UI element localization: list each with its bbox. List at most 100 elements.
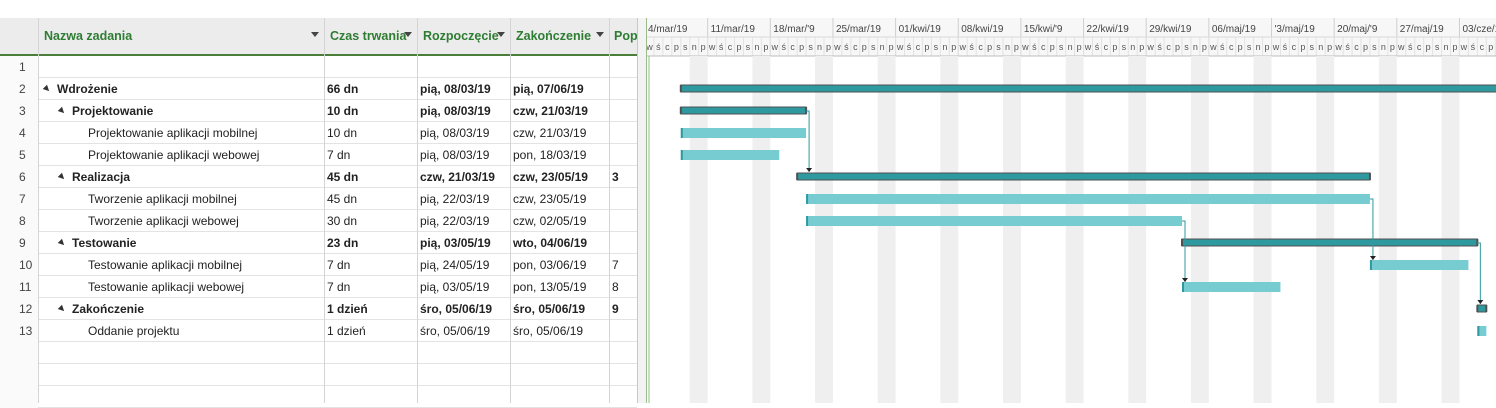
finish-cell[interactable]: czw, 21/03/19 bbox=[513, 122, 586, 144]
task-name-cell[interactable]: Testowanie aplikacji mobilnej bbox=[38, 254, 324, 276]
filter-arrow-icon[interactable] bbox=[404, 32, 412, 37]
collapse-triangle-icon[interactable] bbox=[42, 84, 52, 94]
row-number[interactable]: 8 bbox=[0, 210, 38, 232]
finish-cell[interactable]: czw, 23/05/19 bbox=[513, 188, 586, 210]
table-row[interactable] bbox=[0, 364, 637, 386]
table-row[interactable]: 2 Wdrożenie 66 dn pią, 08/03/19 pią, 07/06/1… bbox=[0, 78, 637, 100]
finish-cell[interactable]: pon, 13/05/19 bbox=[513, 276, 586, 298]
start-cell[interactable]: pią, 03/05/19 bbox=[420, 232, 491, 254]
task-name-cell[interactable]: Wdrożenie bbox=[38, 78, 324, 100]
row-number[interactable]: 2 bbox=[0, 78, 38, 100]
task-name-cell[interactable]: Testowanie aplikacji webowej bbox=[38, 276, 324, 298]
view-splitter[interactable] bbox=[637, 18, 647, 403]
task-name-cell[interactable] bbox=[38, 364, 324, 386]
start-cell[interactable]: pią, 08/03/19 bbox=[420, 78, 491, 100]
column-header-predecessors[interactable]: Pop bbox=[609, 18, 637, 56]
row-number[interactable] bbox=[0, 364, 38, 386]
table-row[interactable]: 1 bbox=[0, 56, 637, 78]
finish-cell[interactable]: czw, 23/05/19 bbox=[513, 166, 588, 188]
start-cell[interactable]: pią, 22/03/19 bbox=[420, 210, 489, 232]
table-row[interactable] bbox=[0, 342, 637, 364]
table-row[interactable]: 3 Projektowanie 10 dn pią, 08/03/19 czw, 21/… bbox=[0, 100, 637, 122]
task-name-cell[interactable] bbox=[38, 56, 324, 78]
start-cell[interactable]: pią, 08/03/19 bbox=[420, 144, 489, 166]
row-number[interactable]: 5 bbox=[0, 144, 38, 166]
collapse-triangle-icon[interactable] bbox=[57, 106, 67, 116]
column-header-name[interactable]: Nazwa zadania bbox=[38, 18, 324, 56]
table-row[interactable]: 4 Projektowanie aplikacji mobilnej 10 dn pi… bbox=[0, 122, 637, 144]
duration-cell[interactable]: 1 dzień bbox=[327, 298, 368, 320]
column-header-start[interactable]: Rozpoczęcie bbox=[417, 18, 510, 56]
duration-cell[interactable]: 45 dn bbox=[327, 188, 357, 210]
row-number[interactable]: 12 bbox=[0, 298, 38, 320]
finish-cell[interactable]: śro, 05/06/19 bbox=[513, 320, 583, 342]
finish-cell[interactable]: pon, 18/03/19 bbox=[513, 144, 586, 166]
collapse-triangle-icon[interactable] bbox=[57, 304, 67, 314]
row-number[interactable]: 9 bbox=[0, 232, 38, 254]
duration-cell[interactable]: 66 dn bbox=[327, 78, 358, 100]
table-row[interactable] bbox=[0, 386, 637, 408]
task-name-cell[interactable]: Testowanie bbox=[38, 232, 324, 254]
duration-cell[interactable]: 7 dn bbox=[327, 144, 350, 166]
start-cell[interactable]: pią, 08/03/19 bbox=[420, 122, 489, 144]
collapse-triangle-icon[interactable] bbox=[57, 172, 67, 182]
task-name-cell[interactable]: Tworzenie aplikacji webowej bbox=[38, 210, 324, 232]
duration-cell[interactable]: 45 dn bbox=[327, 166, 358, 188]
table-row[interactable]: 9 Testowanie 23 dn pią, 03/05/19 wto, 04/06/… bbox=[0, 232, 637, 254]
start-cell[interactable]: pią, 22/03/19 bbox=[420, 188, 489, 210]
finish-cell[interactable]: pią, 07/06/19 bbox=[513, 78, 584, 100]
row-number[interactable]: 6 bbox=[0, 166, 38, 188]
finish-cell[interactable]: śro, 05/06/19 bbox=[513, 298, 585, 320]
filter-arrow-icon[interactable] bbox=[311, 32, 319, 37]
row-number[interactable]: 13 bbox=[0, 320, 38, 342]
task-name-cell[interactable]: Oddanie projektu bbox=[38, 320, 324, 342]
task-name-cell[interactable] bbox=[38, 342, 324, 364]
row-number[interactable] bbox=[0, 342, 38, 364]
task-name-cell[interactable]: Projektowanie bbox=[38, 100, 324, 122]
filter-arrow-icon[interactable] bbox=[596, 32, 604, 37]
predecessors-cell[interactable]: 3 bbox=[612, 166, 619, 188]
task-name-cell[interactable]: Projektowanie aplikacji mobilnej bbox=[38, 122, 324, 144]
row-number[interactable]: 3 bbox=[0, 100, 38, 122]
predecessors-cell[interactable]: 8 bbox=[612, 276, 619, 298]
select-all-corner[interactable] bbox=[0, 18, 38, 56]
task-name-cell[interactable]: Realizacja bbox=[38, 166, 324, 188]
table-row[interactable]: 12 Zakończenie 1 dzień śro, 05/06/19 śro, 05… bbox=[0, 298, 637, 320]
duration-cell[interactable]: 7 dn bbox=[327, 276, 350, 298]
task-name-cell[interactable]: Tworzenie aplikacji mobilnej bbox=[38, 188, 324, 210]
table-row[interactable]: 5 Projektowanie aplikacji webowej 7 dn pią,… bbox=[0, 144, 637, 166]
start-cell[interactable]: śro, 05/06/19 bbox=[420, 320, 490, 342]
task-name-cell[interactable]: Projektowanie aplikacji webowej bbox=[38, 144, 324, 166]
predecessors-cell[interactable]: 9 bbox=[612, 298, 619, 320]
start-cell[interactable]: pią, 24/05/19 bbox=[420, 254, 489, 276]
row-number[interactable]: 10 bbox=[0, 254, 38, 276]
task-name-cell[interactable] bbox=[38, 386, 324, 408]
table-row[interactable]: 8 Tworzenie aplikacji webowej 30 dn pią, 22… bbox=[0, 210, 637, 232]
row-number[interactable]: 1 bbox=[0, 56, 38, 78]
duration-cell[interactable]: 10 dn bbox=[327, 122, 357, 144]
table-row[interactable]: 11 Testowanie aplikacji webowej 7 dn pią, 0… bbox=[0, 276, 637, 298]
task-name-cell[interactable]: Zakończenie bbox=[38, 298, 324, 320]
table-row[interactable]: 10 Testowanie aplikacji mobilnej 7 dn pią, … bbox=[0, 254, 637, 276]
row-number[interactable]: 4 bbox=[0, 122, 38, 144]
duration-cell[interactable]: 1 dzień bbox=[327, 320, 366, 342]
table-row[interactable]: 6 Realizacja 45 dn czw, 21/03/19 czw, 23/05/… bbox=[0, 166, 637, 188]
table-row[interactable]: 7 Tworzenie aplikacji mobilnej 45 dn pią, 2… bbox=[0, 188, 637, 210]
duration-cell[interactable]: 23 dn bbox=[327, 232, 358, 254]
column-header-duration[interactable]: Czas trwania bbox=[324, 18, 417, 56]
column-header-finish[interactable]: Zakończenie bbox=[510, 18, 609, 56]
row-number[interactable] bbox=[0, 386, 38, 408]
row-number[interactable]: 7 bbox=[0, 188, 38, 210]
row-number[interactable]: 11 bbox=[0, 276, 38, 298]
start-cell[interactable]: pią, 03/05/19 bbox=[420, 276, 489, 298]
start-cell[interactable]: czw, 21/03/19 bbox=[420, 166, 495, 188]
finish-cell[interactable]: czw, 02/05/19 bbox=[513, 210, 586, 232]
finish-cell[interactable]: pon, 03/06/19 bbox=[513, 254, 586, 276]
duration-cell[interactable]: 10 dn bbox=[327, 100, 358, 122]
predecessors-cell[interactable]: 7 bbox=[612, 254, 619, 276]
filter-arrow-icon[interactable] bbox=[497, 32, 505, 37]
finish-cell[interactable]: wto, 04/06/19 bbox=[513, 232, 587, 254]
duration-cell[interactable]: 7 dn bbox=[327, 254, 350, 276]
collapse-triangle-icon[interactable] bbox=[57, 238, 67, 248]
table-row[interactable]: 13 Oddanie projektu 1 dzień śro, 05/06/19 śr… bbox=[0, 320, 637, 342]
